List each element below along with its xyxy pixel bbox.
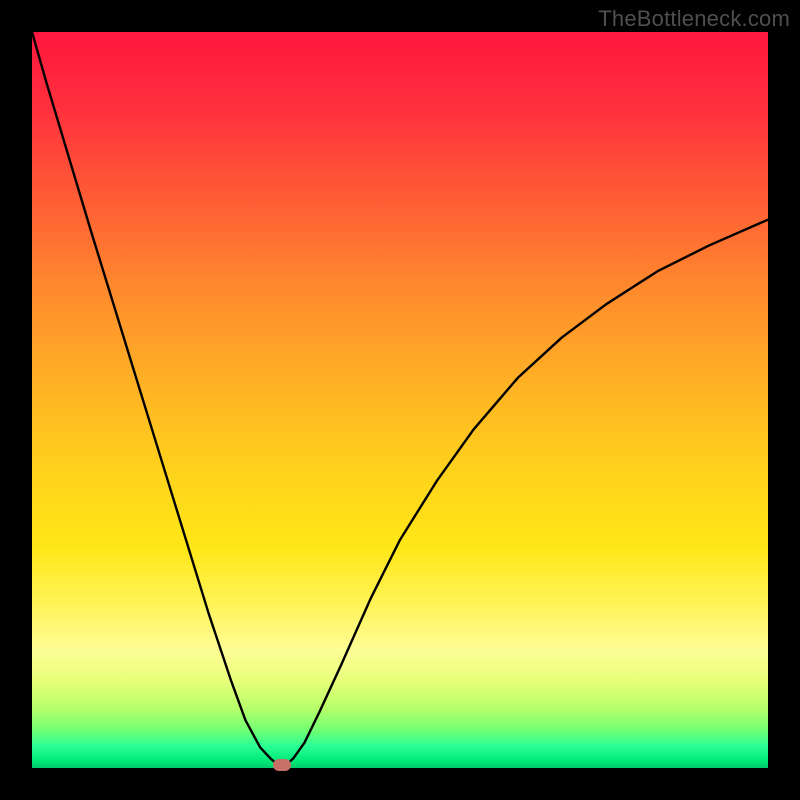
watermark-text: TheBottleneck.com [598, 6, 790, 32]
curve-path [32, 32, 768, 767]
chart-frame: TheBottleneck.com [0, 0, 800, 800]
plot-area [32, 32, 768, 768]
optimal-point-marker [273, 759, 291, 771]
bottleneck-curve [32, 32, 768, 768]
